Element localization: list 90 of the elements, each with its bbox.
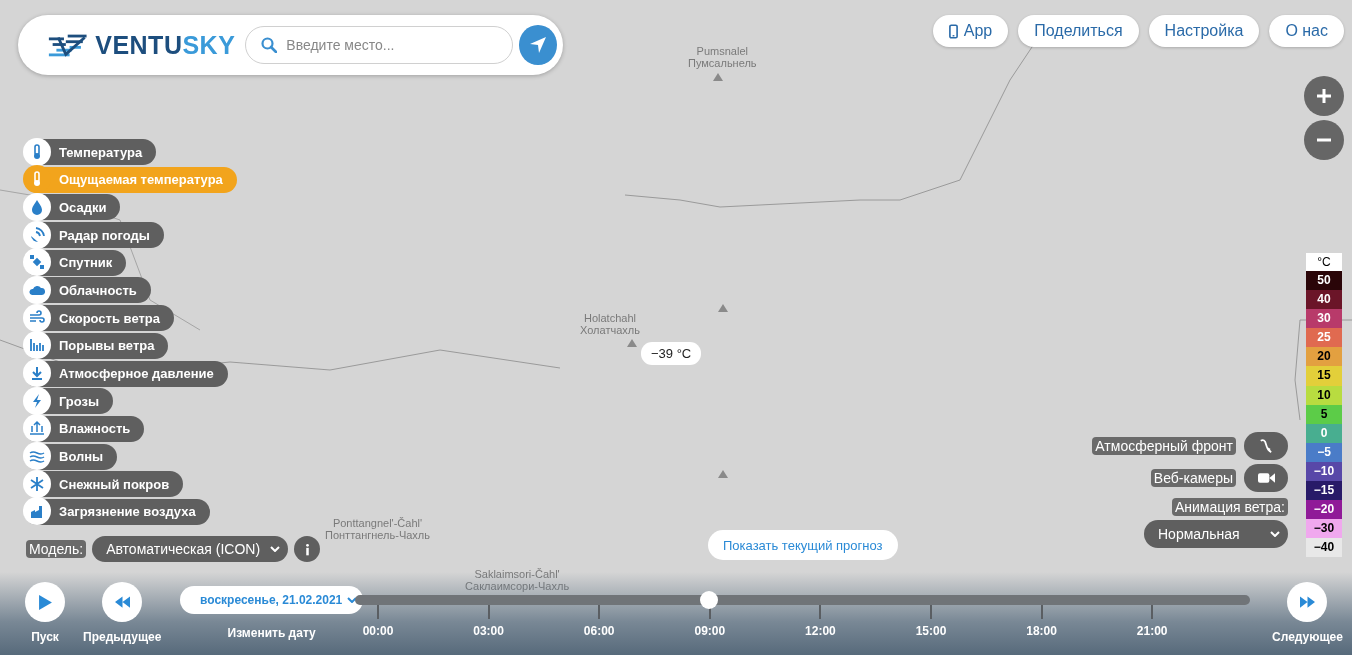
play-icon [38,594,52,610]
plus-icon [1316,88,1332,104]
previous-label: Предыдущее [83,630,162,644]
snowflake-icon [29,475,45,492]
fast-forward-icon [1300,596,1315,608]
wind-icon [29,309,45,326]
time-tick-label: 03:00 [473,624,504,638]
model-dropdown[interactable]: Автоматическая (ICON) [92,536,289,562]
layer-item[interactable]: Радар погоды [24,222,164,249]
temperature-reading: −39 °C [641,342,702,365]
chevron-down-icon [270,546,281,552]
legend-swatch: 20 [1306,347,1342,367]
menu-button[interactable]: Поделиться [1018,15,1139,47]
front-line-icon [1259,438,1273,454]
legend-swatch: −40 [1306,538,1342,558]
time-tick-label: 09:00 [694,624,726,638]
time-tick-label: 06:00 [583,624,615,638]
chevron-down-icon [347,597,358,603]
locate-button[interactable] [519,25,557,65]
peak-icon [713,73,723,81]
play-label: Пуск [31,630,59,644]
change-date-label: Изменить дату [227,626,316,640]
layer-item[interactable]: Снежный покров [24,471,184,498]
webcams-toggle[interactable] [1244,464,1288,492]
layer-item[interactable]: Осадки [24,194,121,221]
legend-swatch: 30 [1306,309,1342,329]
info-icon [304,542,310,556]
legend-swatch: 50 [1306,271,1342,291]
menu-button[interactable]: Настройка [1148,15,1260,47]
layer-item[interactable]: Атмосферное давление [24,360,228,387]
legend-swatch: 0 [1306,423,1342,443]
search-icon [261,37,278,53]
chevron-down-icon [1270,531,1280,537]
phone-icon [948,23,958,39]
peak-icon [718,304,728,312]
video-camera-icon [1257,472,1275,484]
layer-item[interactable]: Порывы ветра [24,332,169,359]
download-icon [29,365,45,381]
layer-item[interactable]: Волны [24,443,118,470]
waves-icon [29,448,45,465]
radar-icon [29,226,45,243]
humidity-icon [29,420,45,437]
front-label: Атмосферный фронт [1092,437,1236,455]
layer-item[interactable]: Спутник [24,249,127,276]
gust-icon [29,337,45,354]
layer-item[interactable]: Грозы [24,388,114,415]
webcams-label: Веб-камеры [1150,469,1236,487]
legend-swatch: −30 [1306,519,1342,539]
legend-swatch: 5 [1306,404,1342,424]
menu-button[interactable]: App [932,15,1009,47]
model-label: Модель: [26,540,87,558]
time-tick-label: 12:00 [805,624,836,638]
date-picker-button[interactable]: воскресенье, 21.02.2021 [180,586,364,614]
peak-icon [627,339,637,347]
legend-swatch: 25 [1306,328,1342,348]
peak-icon [718,470,728,478]
time-tick-label: 21:00 [1136,624,1168,638]
next-label: Следующее [1272,630,1343,644]
layer-item[interactable]: Загрязнение воздуха [24,498,210,525]
legend-swatch: 40 [1306,290,1342,310]
layer-item[interactable]: Температура [24,139,157,165]
map-place-label: Holatchahl Холатчахль [580,312,640,336]
wind-animation-dropdown[interactable]: Нормальная [1144,520,1288,548]
rewind-icon [114,596,130,608]
search-field[interactable]: Введите место... [245,26,514,64]
legend-swatch: −20 [1306,500,1342,520]
time-tick-label: 18:00 [1026,624,1057,638]
layer-item[interactable]: Влажность [24,415,145,442]
satellite-icon [29,254,45,271]
legend-unit: °C [1306,253,1342,271]
legend-swatch: −15 [1306,481,1342,501]
current-forecast-button[interactable]: Показать текущий прогноз [708,530,898,560]
map-place-label: Pumsnalel Пумсальнель [688,45,757,69]
time-tick-label: 15:00 [915,624,947,638]
legend-swatch: −10 [1306,461,1342,482]
legend-swatch: 15 [1306,366,1342,386]
front-toggle[interactable] [1244,432,1288,460]
map-place-label: Saklaimsori-Čahl' Саклаимсори-Чахль [465,568,570,592]
wind-animation-label: Анимация ветра: [1171,498,1288,516]
navigation-arrow-icon [528,35,549,55]
layer-item[interactable]: Облачность [24,277,151,304]
legend-swatch: −5 [1306,442,1342,462]
logo-text[interactable]: VENTUSKY [95,30,236,60]
menu-button[interactable]: О нас [1269,15,1344,47]
time-tick-label: 00:00 [362,624,394,638]
layer-item[interactable]: Скорость ветра [24,305,174,332]
map-place-label: Ponttangnel'-Čahl' Понттангнель-Чахль [325,517,430,541]
droplet-icon [29,198,45,215]
legend-swatch: 10 [1306,385,1342,405]
factory-icon [29,503,45,520]
